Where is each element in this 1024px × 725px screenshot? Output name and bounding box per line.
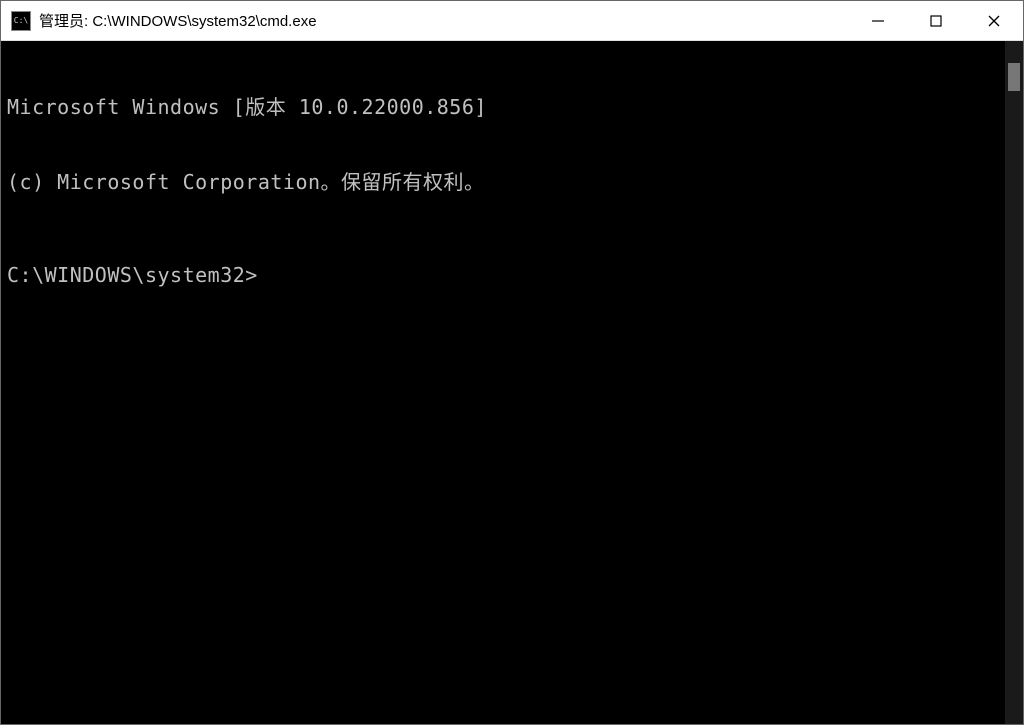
maximize-button[interactable] (907, 1, 965, 40)
terminal-area[interactable]: Microsoft Windows [版本 10.0.22000.856] (c… (1, 41, 1023, 724)
minimize-button[interactable] (849, 1, 907, 40)
titlebar[interactable]: C:\ 管理员: C:\WINDOWS\system32\cmd.exe (1, 1, 1023, 41)
close-button[interactable] (965, 1, 1023, 40)
cmd-window: C:\ 管理员: C:\WINDOWS\system32\cmd.exe (0, 0, 1024, 725)
scrollbar[interactable] (1005, 41, 1023, 724)
prompt: C:\WINDOWS\system32> (7, 263, 258, 287)
maximize-icon (929, 14, 943, 28)
terminal-output[interactable]: Microsoft Windows [版本 10.0.22000.856] (c… (1, 41, 1005, 724)
copyright-line: (c) Microsoft Corporation。保留所有权利。 (7, 170, 999, 195)
cmd-icon: C:\ (11, 11, 31, 31)
version-line: Microsoft Windows [版本 10.0.22000.856] (7, 95, 999, 120)
cmd-icon-glyph: C:\ (14, 17, 28, 25)
window-title: 管理员: C:\WINDOWS\system32\cmd.exe (39, 10, 849, 31)
window-controls (849, 1, 1023, 40)
scrollbar-thumb[interactable] (1008, 63, 1020, 91)
minimize-icon (871, 14, 885, 28)
prompt-line: C:\WINDOWS\system32> (7, 263, 999, 288)
close-icon (987, 14, 1001, 28)
